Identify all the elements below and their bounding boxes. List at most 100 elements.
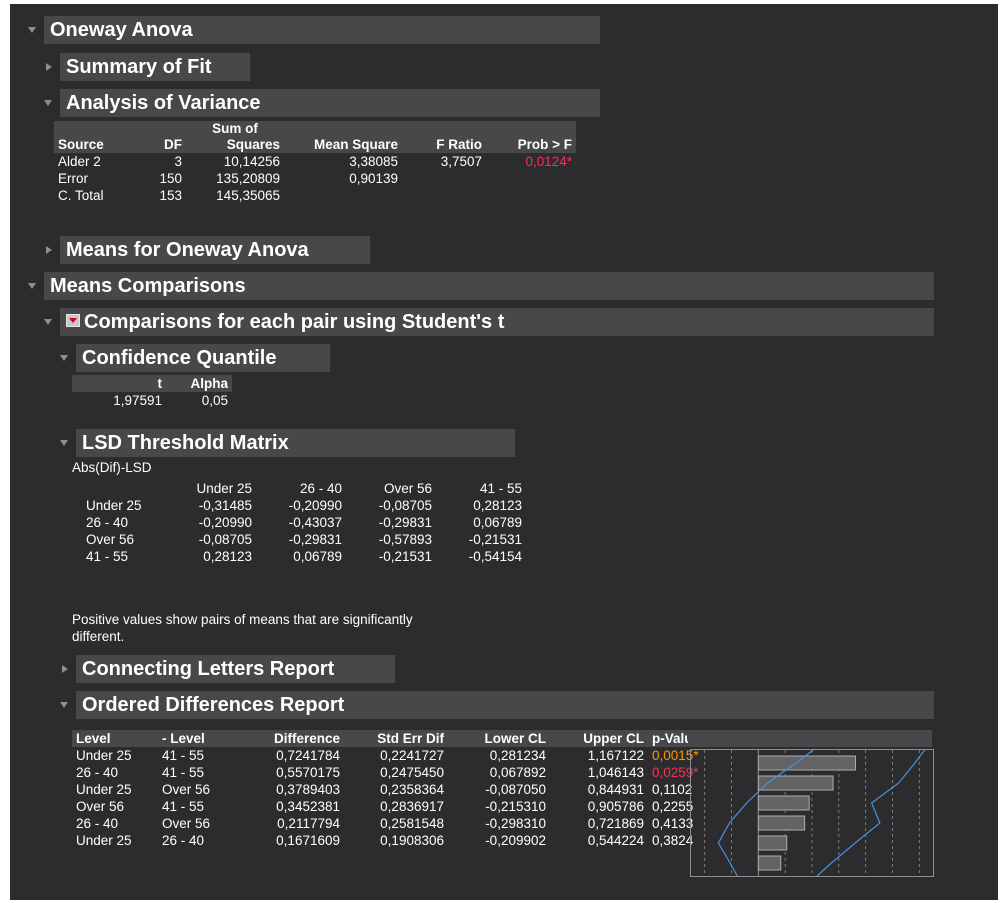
- lsd-cell: 0,28123: [473, 498, 522, 513]
- table-row: Under 25 26 - 40 0,1671609 0,1908306 -0,2099…: [72, 832, 718, 849]
- anova-table: Sum of Source DF Squares Mean Square F Ratio…: [54, 121, 576, 204]
- means-comparisons-title: Means Comparisons: [50, 275, 246, 297]
- lsd-cell: -0,29831: [288, 532, 342, 547]
- disclosure-open-icon[interactable]: [60, 440, 68, 446]
- confidence-quantile-header[interactable]: Confidence Quantile: [10, 344, 340, 372]
- anova-cell: 3: [174, 154, 182, 169]
- difference-bar: [757, 855, 782, 871]
- disclosure-open-icon[interactable]: [60, 702, 68, 708]
- disclosure-open-icon[interactable]: [60, 355, 68, 361]
- ordered-cell: Over 56: [162, 782, 211, 797]
- anova-cell: 153: [159, 188, 182, 203]
- table-row: 26 - 40 41 - 55 0,5570175 0,2475450 0,067892…: [72, 764, 718, 781]
- analysis-of-variance-header[interactable]: Analysis of Variance: [10, 89, 610, 117]
- lsd-col-header: Over 56: [383, 481, 432, 496]
- ordered-col-header: Difference: [240, 730, 344, 747]
- anova-col-header: F Ratio: [402, 136, 486, 153]
- ordered-differences-header[interactable]: Ordered Differences Report: [10, 691, 940, 719]
- lsd-cell: 0,06789: [293, 549, 342, 564]
- ordered-cell: Over 56: [76, 799, 125, 814]
- ordered-cell: 0,544224: [587, 833, 644, 848]
- lsd-cell: -0,57893: [378, 532, 432, 547]
- ordered-cell: 0,844931: [587, 782, 644, 797]
- lsd-cell: -0,54154: [468, 549, 522, 564]
- table-row: Under 25 Over 56 0,3789403 0,2358364 -0,0870…: [72, 781, 718, 798]
- anova-cell: [284, 187, 402, 204]
- ordered-col-header: Std Err Dif: [344, 730, 448, 747]
- lsd-cell: 0,06789: [473, 515, 522, 530]
- difference-bar: [757, 815, 806, 831]
- ordered-cell: 0,2358364: [380, 782, 444, 797]
- lsd-row-label: 26 - 40: [86, 515, 129, 530]
- connecting-letters-header[interactable]: Connecting Letters Report: [10, 655, 405, 683]
- disclosure-open-icon[interactable]: [44, 100, 52, 106]
- anova-cell: 150: [159, 171, 182, 186]
- confidence-quantile-table: t Alpha 1,97591 0,05: [72, 375, 232, 409]
- table-row: Error 150 135,20809 0,90139: [54, 170, 576, 187]
- lsd-label: Abs(Dif)-LSD: [72, 460, 152, 475]
- analysis-of-variance-title: Analysis of Variance: [66, 92, 261, 114]
- table-row: 26 - 40 Over 56 0,2117794 0,2581548 -0,29831…: [72, 815, 718, 832]
- lsd-col-header: 26 - 40: [299, 481, 342, 496]
- anova-col-header: DF: [132, 136, 186, 153]
- ordered-cell: 0,067892: [489, 765, 546, 780]
- lsd-threshold-header[interactable]: LSD Threshold Matrix: [10, 429, 525, 457]
- oneway-anova-header[interactable]: Oneway Anova: [10, 16, 610, 44]
- lsd-cell: -0,20990: [198, 515, 252, 530]
- anova-cell: [486, 187, 576, 204]
- means-oneway-header[interactable]: Means for Oneway Anova: [10, 236, 380, 264]
- ordered-cell: 26 - 40: [76, 765, 119, 780]
- anova-col-header: Mean Square: [284, 136, 402, 153]
- ordered-cell: Under 25: [76, 748, 132, 763]
- lsd-corner: [72, 480, 166, 497]
- t-header: t: [72, 375, 166, 392]
- anova-cell: 3,7507: [440, 154, 482, 169]
- difference-bar: [757, 795, 810, 811]
- means-comparisons-header[interactable]: Means Comparisons: [10, 272, 940, 300]
- students-t-header[interactable]: Comparisons for each pair using Student'…: [10, 308, 940, 336]
- anova-cell: C. Total: [58, 188, 104, 203]
- alpha-value: 0,05: [201, 393, 228, 408]
- ordered-cell: 41 - 55: [162, 765, 205, 780]
- ordered-cell: -0,087050: [485, 782, 546, 797]
- ordered-cell: Under 25: [76, 782, 132, 797]
- lsd-col-header: 41 - 55: [479, 481, 522, 496]
- anova-cell: 0,90139: [349, 171, 398, 186]
- disclosure-closed-icon[interactable]: [62, 665, 68, 673]
- red-triangle-menu-button[interactable]: [66, 314, 80, 327]
- table-row: Over 56 -0,08705 -0,29831 -0,57893 -0,21531: [72, 531, 526, 548]
- lsd-col-header: Under 25: [196, 481, 252, 496]
- ordered-cell: 0,905786: [587, 799, 644, 814]
- ordered-cell: 0,2581548: [380, 816, 444, 831]
- table-row: Alder 2 3 10,14256 3,38085 3,7507 0,0124*: [54, 153, 576, 170]
- t-value: 1,97591: [113, 393, 162, 408]
- ordered-differences-table: Level - Level Difference Std Err Dif Lower C…: [72, 730, 718, 849]
- table-row: 26 - 40 -0,20990 -0,43037 -0,29831 0,06789: [72, 514, 526, 531]
- lsd-cell: -0,08705: [378, 498, 432, 513]
- red-triangle-icon: [69, 318, 77, 323]
- anova-col-header: Source: [54, 136, 132, 153]
- summary-of-fit-title: Summary of Fit: [66, 56, 212, 78]
- ordered-cell: 0,3789403: [276, 782, 340, 797]
- ordered-col-header: Upper CL: [550, 730, 648, 747]
- ordered-cell: Under 25: [76, 833, 132, 848]
- confidence-quantile-title: Confidence Quantile: [82, 347, 277, 369]
- anova-cell: 0,0124*: [525, 154, 572, 169]
- disclosure-closed-icon[interactable]: [46, 246, 52, 254]
- anova-cell: 135,20809: [216, 171, 280, 186]
- disclosure-closed-icon[interactable]: [46, 63, 52, 71]
- ordered-cell: 26 - 40: [76, 816, 119, 831]
- lsd-row-label: 41 - 55: [86, 549, 129, 564]
- summary-of-fit-header[interactable]: Summary of Fit: [10, 53, 260, 81]
- lsd-cell: -0,43037: [288, 515, 342, 530]
- table-row: 41 - 55 0,28123 0,06789 -0,21531 -0,54154: [72, 548, 526, 565]
- ordered-cell: 0,3452381: [276, 799, 340, 814]
- plot-header-bar: [688, 730, 932, 747]
- disclosure-open-icon[interactable]: [28, 27, 36, 33]
- anova-col-header: Squares: [186, 136, 284, 153]
- alpha-header: Alpha: [166, 375, 232, 392]
- anova-cell: [402, 170, 486, 187]
- ordered-cell: 1,046143: [587, 765, 644, 780]
- disclosure-open-icon[interactable]: [28, 283, 36, 289]
- disclosure-open-icon[interactable]: [44, 319, 52, 325]
